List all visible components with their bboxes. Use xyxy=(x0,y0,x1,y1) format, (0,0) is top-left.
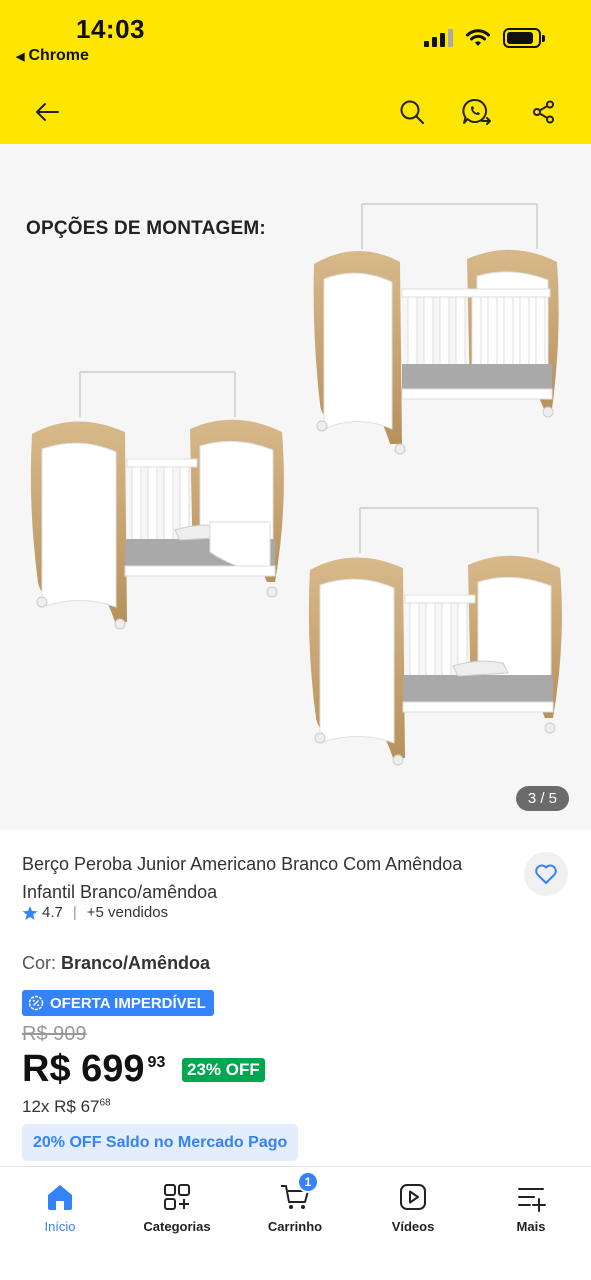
back-button[interactable] xyxy=(27,92,67,132)
installments-cents: 68 xyxy=(99,1097,111,1109)
price-main: R$ 699 xyxy=(22,1048,145,1090)
sold-count: +5 vendidos xyxy=(86,904,169,921)
battery-icon xyxy=(503,28,545,48)
whatsapp-share-button[interactable] xyxy=(457,92,497,132)
nav-cart-label: Carrinho xyxy=(267,1219,323,1234)
product-image xyxy=(30,203,562,766)
nav-home[interactable]: Início xyxy=(1,1167,119,1247)
image-counter: 3 / 5 xyxy=(515,786,569,811)
share-icon xyxy=(533,100,554,124)
product-image-gallery[interactable]: OPÇÕES DE MONTAGEM: 3 / 5 xyxy=(0,144,591,830)
share-button[interactable] xyxy=(524,92,564,132)
color-label: Cor: xyxy=(22,953,57,973)
nav-more-label: Mais xyxy=(516,1219,546,1234)
search-button[interactable] xyxy=(392,92,432,132)
nav-home-label: Início xyxy=(44,1219,76,1234)
offer-seal-icon xyxy=(28,995,44,1011)
star-icon xyxy=(22,905,38,920)
color-selector[interactable]: Cor: Branco/Amêndoa xyxy=(22,953,210,974)
signal-icon xyxy=(424,29,453,47)
video-icon xyxy=(400,1184,426,1210)
current-price: R$ 699 93 xyxy=(22,1048,165,1091)
nav-cart[interactable]: 1 Carrinho xyxy=(236,1167,354,1247)
product-title: Berço Peroba Junior Americano Branco Com… xyxy=(22,854,463,902)
old-price: R$ 909 xyxy=(22,1023,87,1045)
crib-junior xyxy=(30,371,284,630)
deal-badge: OFERTA IMPERDÍVEL xyxy=(22,990,214,1016)
product-page: 14:03 ◀ Chrome OPÇÕES DE MONTAGEM: 3 / 5… xyxy=(0,0,591,1280)
bottom-navigation: Início Categorias 1 Carrinho Vídeos Mais xyxy=(0,1166,591,1280)
installments-amount: 12x R$ 67 xyxy=(22,1097,100,1116)
arrow-left-icon xyxy=(36,103,59,121)
color-value: Branco/Amêndoa xyxy=(61,953,211,973)
rating-separator: | xyxy=(72,904,77,921)
nav-videos-label: Vídeos xyxy=(391,1219,435,1234)
favorite-button[interactable] xyxy=(524,852,568,896)
rating-row[interactable]: 4.7 | +5 vendidos xyxy=(22,904,168,921)
more-icon xyxy=(518,1188,546,1212)
deal-badge-label: OFERTA IMPERDÍVEL xyxy=(50,994,206,1012)
mercado-pago-promo[interactable]: 20% OFF Saldo no Mercado Pago xyxy=(22,1124,299,1161)
categories-icon xyxy=(164,1184,190,1210)
whatsapp-share-icon xyxy=(462,98,491,125)
back-triangle-icon: ◀ xyxy=(16,51,25,63)
crib-full xyxy=(313,203,559,455)
status-icons xyxy=(424,28,545,48)
app-header: 14:03 ◀ Chrome xyxy=(0,0,591,144)
installments: 12x R$ 6768 xyxy=(22,1097,111,1117)
heart-icon xyxy=(535,864,557,884)
crib-half-rail xyxy=(308,507,562,766)
nav-videos[interactable]: Vídeos xyxy=(354,1167,472,1247)
rating-value: 4.7 xyxy=(42,904,63,921)
price-cents: 93 xyxy=(147,1054,166,1071)
cart-badge: 1 xyxy=(297,1171,319,1193)
discount-badge: 23% OFF xyxy=(182,1058,265,1082)
back-to-app-link[interactable]: ◀ Chrome xyxy=(16,47,89,65)
nav-more[interactable]: Mais xyxy=(472,1167,590,1247)
nav-categories[interactable]: Categorias xyxy=(118,1167,236,1247)
wifi-icon xyxy=(466,29,490,46)
back-app-label: Chrome xyxy=(28,47,89,64)
status-time: 14:03 xyxy=(76,14,145,44)
search-icon xyxy=(400,100,424,124)
nav-categories-label: Categorias xyxy=(143,1219,211,1234)
home-icon xyxy=(48,1185,72,1210)
